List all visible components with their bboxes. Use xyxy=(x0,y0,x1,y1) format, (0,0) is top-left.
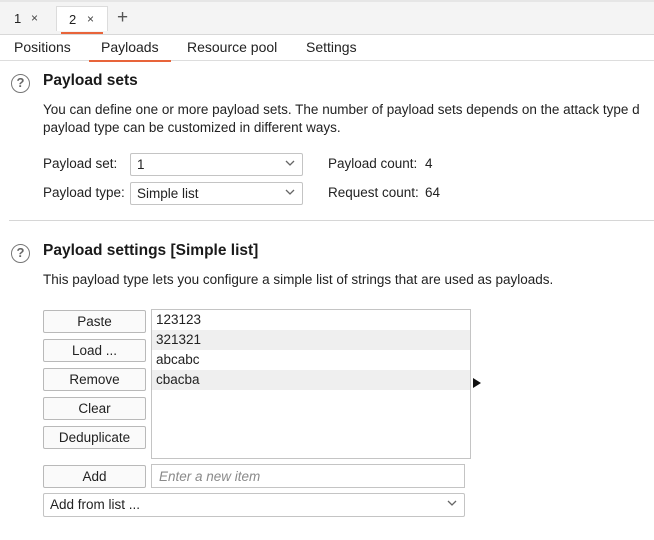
payload-set-select[interactable]: 1 xyxy=(130,153,303,176)
request-count-label: Request count: xyxy=(328,185,419,200)
payload-settings-title: Payload settings [Simple list] xyxy=(43,242,259,259)
deduplicate-button[interactable]: Deduplicate xyxy=(43,426,146,449)
tab-label: 2 xyxy=(69,12,77,27)
payload-count-value: 4 xyxy=(425,156,433,171)
tab-label: 1 xyxy=(14,11,22,26)
payload-type-select[interactable]: Simple list xyxy=(130,182,303,205)
load-button[interactable]: Load ... xyxy=(43,339,146,362)
payload-set-value: 1 xyxy=(137,157,145,172)
payload-type-label: Payload type: xyxy=(43,185,125,200)
chevron-down-icon xyxy=(447,500,457,506)
instance-tab-1[interactable]: 1 × xyxy=(2,6,50,31)
tab-positions[interactable]: Positions xyxy=(14,39,71,55)
payload-count-label: Payload count: xyxy=(328,156,418,171)
close-icon[interactable]: × xyxy=(31,6,38,31)
chevron-down-icon xyxy=(285,160,295,166)
tab-payloads[interactable]: Payloads xyxy=(89,39,171,62)
payload-set-label: Payload set: xyxy=(43,156,118,171)
remove-button[interactable]: Remove xyxy=(43,368,146,391)
tab-settings[interactable]: Settings xyxy=(306,39,357,55)
clear-button[interactable]: Clear xyxy=(43,397,146,420)
payload-list[interactable]: 123123 321321 abcabc cbacba xyxy=(151,309,471,459)
add-from-list-select[interactable]: Add from list ... xyxy=(43,493,465,517)
chevron-down-icon xyxy=(285,189,295,195)
payload-sets-description-2: payload type can be customized in differ… xyxy=(43,120,341,135)
payload-settings-description: This payload type lets you configure a s… xyxy=(43,272,554,287)
tab-payloads-label: Payloads xyxy=(101,39,159,55)
instance-tab-strip: 1 × 2 × + xyxy=(0,0,654,35)
payload-type-value: Simple list xyxy=(137,186,199,201)
paste-button[interactable]: Paste xyxy=(43,310,146,333)
close-icon[interactable]: × xyxy=(87,7,94,32)
active-tab-indicator xyxy=(61,32,103,34)
top-border xyxy=(0,0,654,2)
help-icon[interactable]: ? xyxy=(11,74,30,93)
add-button[interactable]: Add xyxy=(43,465,146,488)
expand-arrow-icon[interactable] xyxy=(473,378,481,388)
add-from-list-label: Add from list ... xyxy=(50,497,141,512)
list-item[interactable]: abcabc xyxy=(152,350,470,370)
tab-resource-pool[interactable]: Resource pool xyxy=(187,39,277,55)
list-item[interactable]: cbacba xyxy=(152,370,470,390)
help-icon[interactable]: ? xyxy=(11,244,30,263)
section-divider xyxy=(9,220,654,221)
list-item[interactable]: 321321 xyxy=(152,330,470,350)
payload-sets-description-1: You can define one or more payload sets.… xyxy=(43,102,640,117)
active-tab-indicator xyxy=(89,60,171,62)
new-item-input[interactable] xyxy=(151,464,465,488)
instance-tab-2[interactable]: 2 × xyxy=(56,6,108,34)
list-item[interactable]: 123123 xyxy=(152,310,470,330)
add-tab-icon[interactable]: + xyxy=(117,5,128,30)
payload-sets-title: Payload sets xyxy=(43,72,138,89)
sub-tab-bar: Positions Payloads Resource pool Setting… xyxy=(0,35,654,62)
request-count-value: 64 xyxy=(425,185,441,200)
